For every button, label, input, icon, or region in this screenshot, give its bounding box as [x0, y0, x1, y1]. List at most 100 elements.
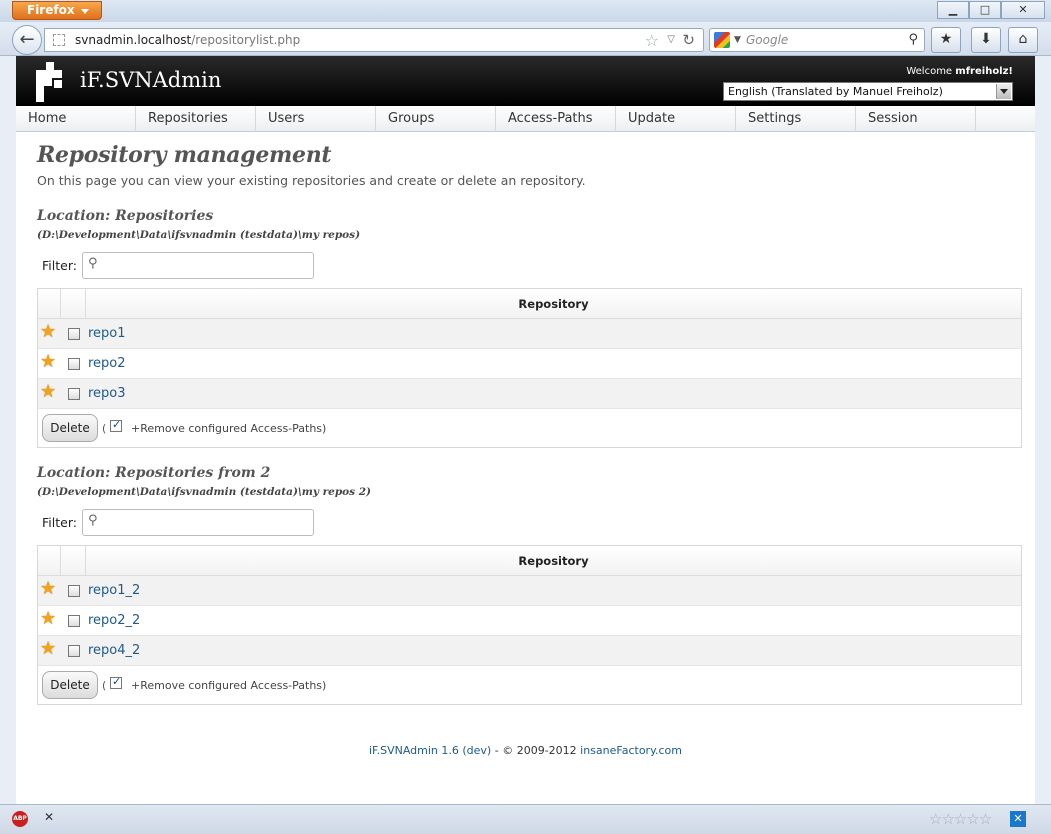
- url-history-dropdown-icon[interactable]: ▽: [667, 34, 675, 45]
- repository-table: Repository ★ repo1_2 ★ repo2_2 ★ repo4_2…: [37, 545, 1022, 705]
- menu-item-settings[interactable]: Settings: [736, 106, 856, 132]
- back-button[interactable]: ←: [12, 25, 42, 55]
- search-icon[interactable]: ⚲: [908, 32, 918, 47]
- page-title: Repository management: [37, 142, 332, 168]
- home-button[interactable]: ⌂: [1008, 27, 1038, 53]
- table-row: ★ repo3: [38, 379, 1021, 409]
- delete-button[interactable]: Delete: [42, 671, 98, 699]
- menu-item-access-paths[interactable]: Access-Paths: [496, 106, 616, 132]
- paren-text: (: [102, 422, 107, 435]
- search-bar[interactable]: ▼ Google ⚲: [709, 28, 925, 52]
- row-checkbox[interactable]: [68, 585, 80, 597]
- repository-table: Repository ★ repo1 ★ repo2 ★ repo3 Delet…: [37, 288, 1022, 448]
- google-logo-icon[interactable]: [714, 32, 730, 48]
- language-select[interactable]: English (Translated by Manuel Freiholz): [723, 82, 1013, 101]
- window-right-edge: [1035, 56, 1051, 804]
- main-menu: Home Repositories Users Groups Access-Pa…: [16, 106, 1035, 132]
- reload-icon[interactable]: ↻: [682, 31, 695, 49]
- column-header-repository[interactable]: Repository: [86, 289, 1021, 319]
- firefox-menu-label: Firefox: [27, 3, 75, 17]
- menu-item-home[interactable]: Home: [16, 106, 136, 132]
- url-text: svnadmin.localhost/repositorylist.php: [75, 33, 300, 47]
- table-footer: Delete ( +Remove configured Access-Paths…: [38, 666, 1021, 704]
- search-icon: ⚲: [88, 256, 98, 271]
- repo-link[interactable]: repo4_2: [88, 643, 140, 658]
- column-header-repository[interactable]: Repository: [86, 546, 1021, 576]
- star-icon: ★: [40, 351, 57, 372]
- bookmark-star-icon[interactable]: ☆: [645, 31, 659, 50]
- search-engine-dropdown-icon[interactable]: ▼: [734, 35, 741, 45]
- maximize-button[interactable]: □: [969, 1, 1001, 19]
- welcome-label: Welcome: [906, 66, 953, 77]
- row-checkbox[interactable]: [68, 388, 80, 400]
- adblock-plus-icon[interactable]: ABP: [12, 811, 28, 827]
- row-checkbox[interactable]: [68, 615, 80, 627]
- close-window-button[interactable]: ✕: [1001, 1, 1045, 19]
- brand-title: iF.SVNAdmin: [80, 68, 222, 92]
- location-path: (D:\Development\Data\ifsvnadmin (testdat…: [37, 229, 361, 241]
- chevron-down-icon: [81, 9, 89, 14]
- table-footer: Delete ( +Remove configured Access-Paths…: [38, 409, 1021, 447]
- browser-statusbar: ABP ✕ ☆☆☆☆☆ ✕: [0, 804, 1051, 834]
- delete-button[interactable]: Delete: [42, 414, 98, 442]
- page-description: On this page you can view your existing …: [37, 173, 586, 188]
- menu-item-session[interactable]: Session: [856, 106, 976, 132]
- menu-item-users[interactable]: Users: [256, 106, 376, 132]
- bookmarks-icon: ★: [939, 31, 953, 47]
- repo-link[interactable]: repo1: [88, 326, 126, 341]
- filter-input[interactable]: ⚲: [82, 252, 314, 279]
- url-path: /repositorylist.php: [191, 33, 301, 47]
- window-left-edge: [0, 56, 16, 804]
- downloads-button[interactable]: ⬇: [971, 27, 1001, 53]
- repo-link[interactable]: repo1_2: [88, 583, 140, 598]
- remove-access-paths-checkbox[interactable]: [110, 675, 122, 689]
- remove-access-paths-label: +Remove configured Access-Paths): [131, 679, 327, 692]
- table-header: Repository: [38, 546, 1021, 576]
- star-icon: ★: [40, 321, 57, 342]
- paren-text: (: [102, 679, 107, 692]
- repo-link[interactable]: repo2: [88, 356, 126, 371]
- repo-link[interactable]: repo2_2: [88, 613, 140, 628]
- row-checkbox[interactable]: [68, 328, 80, 340]
- web-page: iF.SVNAdmin Welcome mfreiholz! English (…: [16, 56, 1035, 804]
- remove-access-paths-checkbox[interactable]: [110, 418, 122, 432]
- row-checkbox[interactable]: [68, 645, 80, 657]
- copyright-text: - © 2009-2012: [491, 744, 581, 757]
- welcome-text: Welcome mfreiholz!: [906, 66, 1013, 77]
- bookmarks-menu-button[interactable]: ★: [931, 27, 961, 53]
- star-icon: ★: [40, 381, 57, 402]
- star-icon: ★: [40, 638, 57, 659]
- table-row: ★ repo4_2: [38, 636, 1021, 666]
- search-placeholder: Google: [746, 33, 789, 47]
- download-arrow-icon: ⬇: [980, 31, 992, 47]
- row-checkbox[interactable]: [68, 358, 80, 370]
- firefox-menu-button[interactable]: Firefox: [12, 1, 102, 20]
- url-bar[interactable]: svnadmin.localhost/repositorylist.php ☆ …: [44, 28, 704, 52]
- window-controls: ▁ □ ✕: [937, 1, 1045, 19]
- url-host: svnadmin.localhost: [75, 33, 192, 47]
- filter-label: Filter:: [42, 258, 77, 273]
- table-row: ★ repo1_2: [38, 576, 1021, 606]
- filter-input[interactable]: ⚲: [82, 509, 314, 536]
- page-footer: iF.SVNAdmin 1.6 (dev) - © 2009-2012 insa…: [16, 744, 1035, 757]
- table-row: ★ repo1: [38, 319, 1021, 349]
- star-icon: ★: [40, 578, 57, 599]
- chevron-down-icon[interactable]: [996, 84, 1011, 99]
- menu-item-repositories[interactable]: Repositories: [136, 106, 256, 132]
- company-link[interactable]: insaneFactory.com: [580, 744, 682, 757]
- repo-link[interactable]: repo3: [88, 386, 126, 401]
- svnadmin-logo-icon: [36, 62, 62, 102]
- table-row: ★ repo2: [38, 349, 1021, 379]
- browser-navbar: ← svnadmin.localhost/repositorylist.php …: [0, 22, 1051, 56]
- menu-item-update[interactable]: Update: [616, 106, 736, 132]
- page-rating-stars[interactable]: ☆☆☆☆☆: [929, 810, 992, 828]
- table-header: Repository: [38, 289, 1021, 319]
- filter-label: Filter:: [42, 515, 77, 530]
- minimize-button[interactable]: ▁: [937, 1, 969, 19]
- close-icon[interactable]: ✕: [44, 810, 54, 824]
- addon-icon[interactable]: ✕: [1010, 811, 1026, 827]
- username: mfreiholz!: [955, 66, 1013, 77]
- language-select-value: English (Translated by Manuel Freiholz): [728, 85, 943, 98]
- app-version-link[interactable]: iF.SVNAdmin 1.6 (dev): [369, 744, 491, 757]
- menu-item-groups[interactable]: Groups: [376, 106, 496, 132]
